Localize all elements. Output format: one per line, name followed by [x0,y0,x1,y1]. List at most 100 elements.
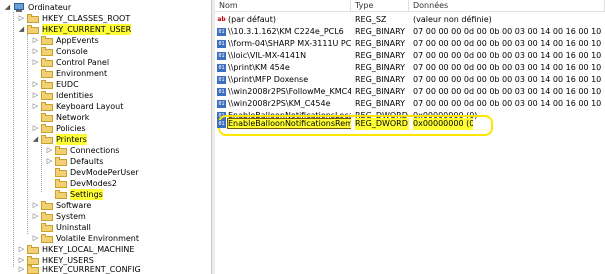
folder-icon [41,201,53,210]
column-header-type[interactable]: Type [351,0,409,12]
value-name: \\10.3.1.162\KM C224e_PCL6 [228,27,344,36]
binary-value-icon: 01 [217,87,226,96]
header-label: Type [355,1,374,10]
tree-node-control-panel[interactable]: ▷ Control Panel [31,57,109,68]
tree-node-system[interactable]: ▷ System [31,211,86,222]
folder-icon [55,179,67,188]
value-type: REG_BINARY [355,63,406,72]
value-type: REG_BINARY [355,27,406,36]
tree-node-connections[interactable]: ▷ Connections [45,145,119,156]
value-type: REG_BINARY [355,75,406,84]
tree-node-environment[interactable]: Environment [31,68,107,79]
tree-label: EUDC [56,80,79,89]
collapse-icon[interactable]: ◢ [17,25,26,34]
expand-icon[interactable]: ▷ [31,36,40,45]
value-name: \\print\MFP Doxense [228,75,309,84]
tree-node-printers[interactable]: ◢ Printers [31,134,87,145]
folder-icon [55,168,67,177]
binary-value-icon: 01 [217,51,226,60]
collapse-icon[interactable]: ◢ [31,135,40,144]
tree-node-keyboard-layout[interactable]: ▷ Keyboard Layout [31,101,123,112]
expand-icon [45,168,54,177]
column-header-name[interactable]: Nom [215,0,351,12]
tree-node-console[interactable]: ▷ Console [31,46,88,57]
collapse-icon[interactable]: ◢ [3,3,12,12]
tree-label: Control Panel [56,58,110,67]
folder-icon [55,146,67,155]
folder-icon [41,36,53,45]
folder-icon [41,234,53,243]
tree-node-hklm[interactable]: ▷ HKEY_LOCAL_MACHINE [17,244,134,255]
folder-icon [55,157,67,166]
value-data: 07 00 00 00 0d 00 0b 00 03 00 14 00 16 0… [413,27,603,36]
tree-label: HKEY_CLASSES_ROOT [42,14,131,23]
tree-node-computer[interactable]: ◢ Ordinateur [3,2,71,13]
tree-node-identities[interactable]: ▷ Identities [31,90,93,101]
value-type: REG_SZ [355,15,387,24]
tree-label: Defaults [70,157,104,166]
expand-icon[interactable]: ▷ [31,102,40,111]
tree-node-network[interactable]: Network [31,112,89,123]
binary-value-icon: 01 [217,27,226,36]
expand-icon[interactable]: ▷ [17,265,26,274]
tree-label: Uninstall [56,223,91,232]
tree-label: HKEY_CURRENT_USER [42,24,132,35]
tree-node-settings[interactable]: Settings [45,189,103,200]
tree-node-defaults[interactable]: ▷ Defaults [45,156,103,167]
binary-value-icon: 01 [217,39,226,48]
tree-node-appevents[interactable]: ▷ AppEvents [31,35,99,46]
expand-icon[interactable]: ▷ [31,58,40,67]
tree-guide-line [41,142,42,192]
tree-node-hkcc[interactable]: ▷ HKEY_CURRENT_CONFIG [17,264,141,274]
tree-node-uninstall[interactable]: Uninstall [31,222,91,233]
column-header-data[interactable]: Données [409,0,605,12]
expand-icon[interactable]: ▷ [17,14,26,23]
expand-icon[interactable]: ▷ [45,157,54,166]
values-list[interactable]: Nom Type Données ab (par défaut) REG_SZ (… [215,0,605,274]
tree-guide-line [27,34,28,234]
expand-icon [31,223,40,232]
tree-node-policies[interactable]: ▷ Policies [31,123,86,134]
expand-icon[interactable]: ▷ [31,201,40,210]
expand-icon[interactable]: ▷ [31,124,40,133]
tree-node-eudc[interactable]: ▷ EUDC [31,79,79,90]
value-type: REG_BINARY [355,51,406,60]
folder-icon [27,14,39,23]
value-data: 07 00 00 00 0d 00 0b 00 03 00 14 00 16 0… [413,75,603,84]
folder-icon [41,113,53,122]
tree-guide-line [13,12,14,267]
folder-icon [41,212,53,221]
tree-label: Settings [70,189,103,200]
registry-tree[interactable]: ◢ Ordinateur ▷ HKEY_CLASSES_ROOT ◢ HKEY_… [0,0,211,274]
tree-label: Environment [56,69,108,78]
folder-icon [41,80,53,89]
tree-node-software[interactable]: ▷ Software [31,200,91,211]
tree-node-hkcr[interactable]: ▷ HKEY_CLASSES_ROOT [17,13,130,24]
binary-value-icon: 01 [217,75,226,84]
folder-icon [27,245,39,254]
value-name: \\win2008r2PS\KM_C454e [228,99,331,108]
folder-icon [41,124,53,133]
binary-value-icon: 01 [217,63,226,72]
folder-icon [55,190,67,199]
tree-node-devmodeperuser[interactable]: DevModePerUser [45,167,139,178]
value-data: 07 00 00 00 0d 00 0b 00 03 00 14 00 16 0… [413,99,603,108]
expand-icon[interactable]: ▷ [31,234,40,243]
folder-icon [41,102,53,111]
expand-icon[interactable]: ▷ [17,245,26,254]
expand-icon[interactable]: ▷ [31,212,40,221]
tree-label: Software [56,201,92,210]
tree-label: Policies [56,124,86,133]
expand-icon [31,113,40,122]
tree-node-devmodes2[interactable]: DevModes2 [45,178,117,189]
expand-icon[interactable]: ▷ [31,80,40,89]
tree-node-hkcu[interactable]: ◢ HKEY_CURRENT_USER [17,24,132,35]
expand-icon[interactable]: ▷ [31,47,40,56]
tree-label: Console [56,47,88,56]
value-type: REG_BINARY [355,39,406,48]
tree-node-volatile-environment[interactable]: ▷ Volatile Environment [31,233,139,244]
expand-icon[interactable]: ▷ [45,146,54,155]
folder-icon [41,47,53,56]
expand-icon[interactable]: ▷ [31,91,40,100]
tree-label: DevModes2 [70,179,117,188]
